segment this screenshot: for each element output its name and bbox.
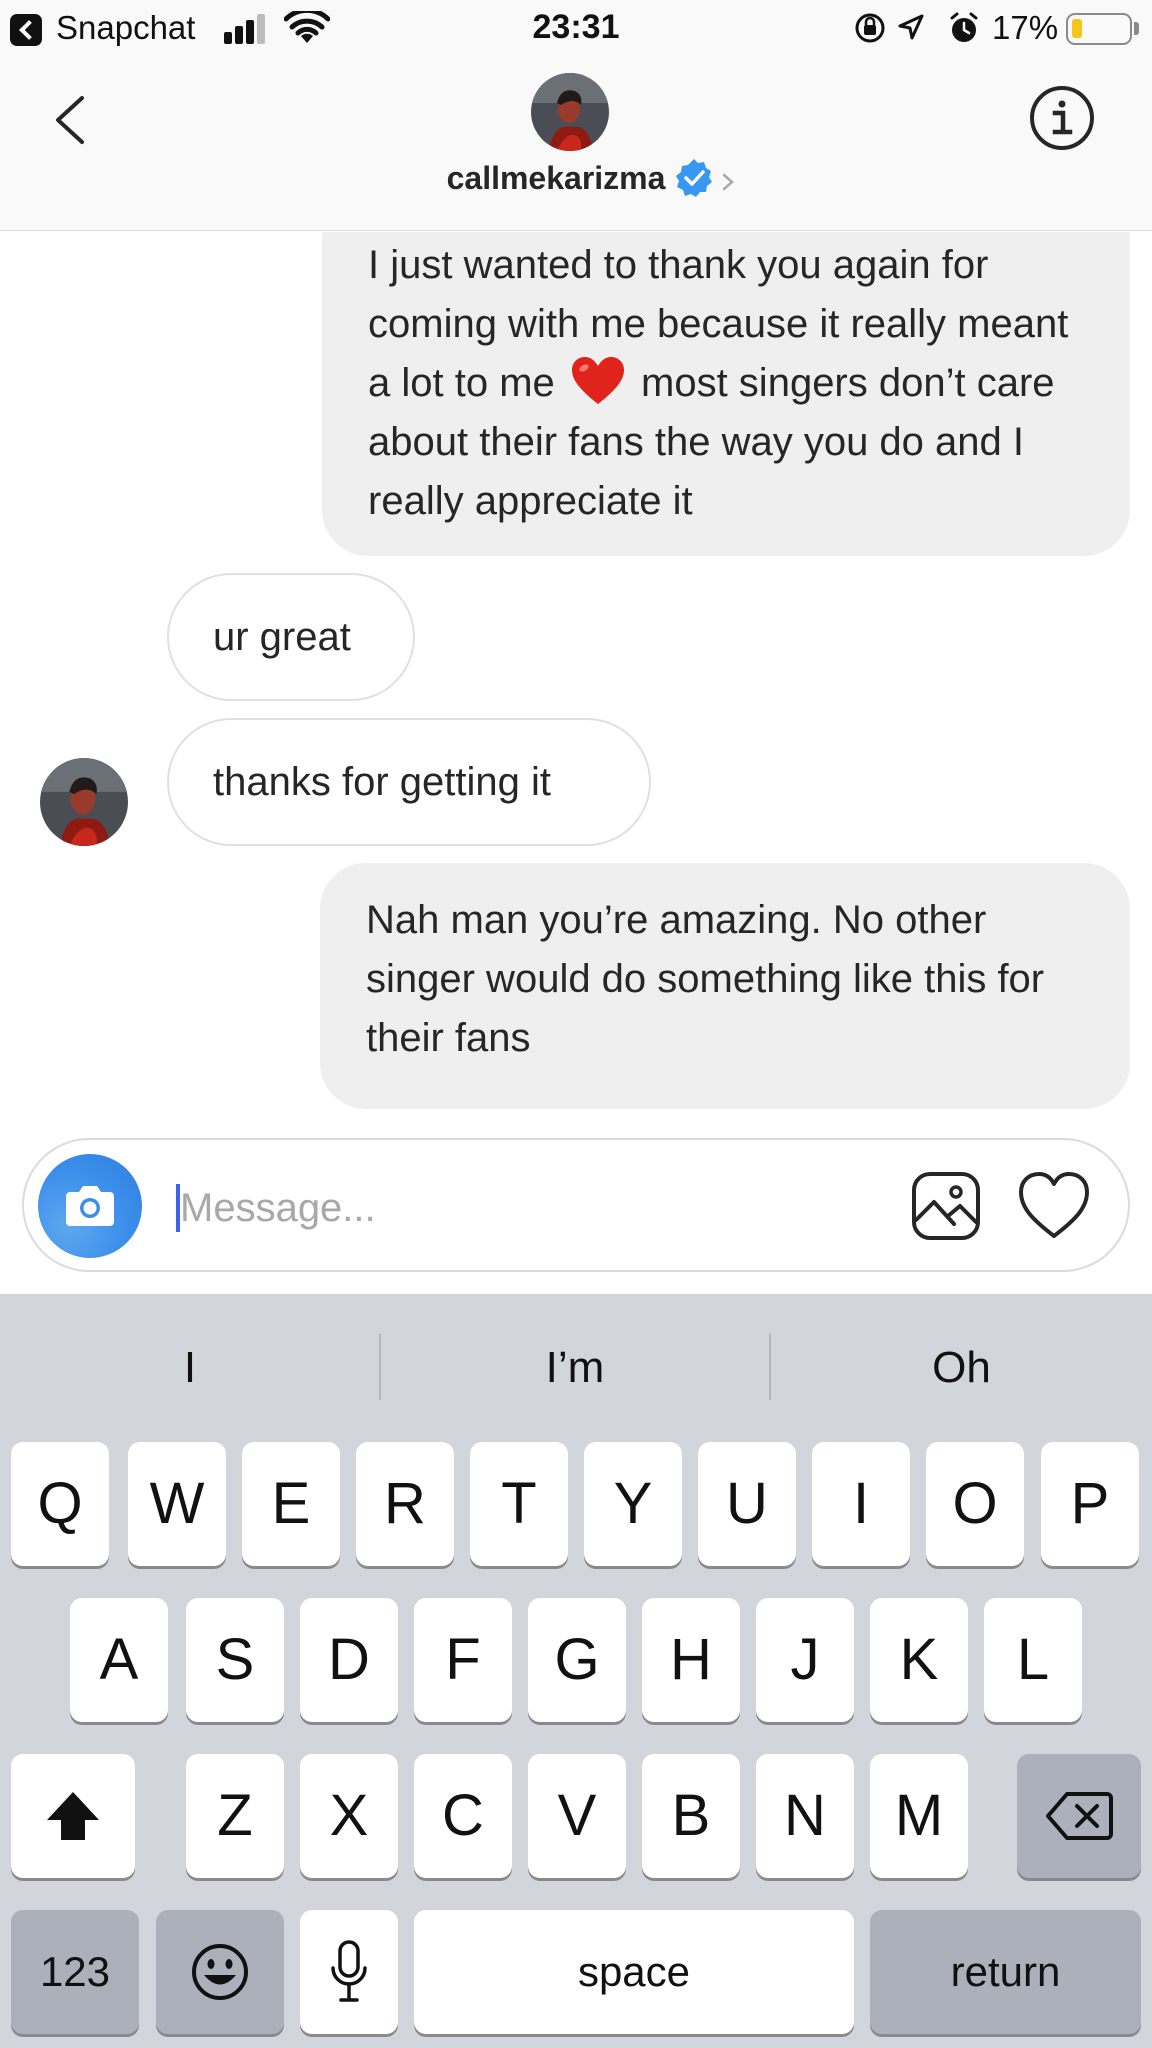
return-key[interactable]: return xyxy=(870,1910,1141,2034)
delete-key[interactable] xyxy=(1017,1754,1141,1878)
predictive-bar: I I’m Oh xyxy=(0,1294,1152,1414)
status-icons xyxy=(855,12,978,43)
sender-avatar[interactable] xyxy=(40,758,128,846)
emoji-key[interactable] xyxy=(156,1910,284,2034)
gallery-icon[interactable] xyxy=(908,1168,984,1244)
keyboard: I I’m Oh Q W E R T Y U I O P A S D F G H… xyxy=(0,1294,1152,2048)
key-k[interactable]: K xyxy=(870,1598,968,1722)
back-chevron-icon[interactable] xyxy=(48,90,104,146)
key-h[interactable]: H xyxy=(642,1598,740,1722)
suggestion-3[interactable]: Oh xyxy=(771,1294,1152,1414)
key-a[interactable]: A xyxy=(70,1598,168,1722)
key-y[interactable]: Y xyxy=(584,1442,682,1566)
numbers-key[interactable]: 123 xyxy=(11,1910,139,2034)
chat-header: callmekarizma xyxy=(0,58,1152,231)
battery-icon xyxy=(1066,13,1132,45)
key-i[interactable]: I xyxy=(812,1442,910,1566)
key-o[interactable]: O xyxy=(926,1442,1024,1566)
incoming-message[interactable]: thanks for getting it xyxy=(167,718,651,846)
key-p[interactable]: P xyxy=(1041,1442,1139,1566)
key-t[interactable]: T xyxy=(470,1442,568,1566)
key-b[interactable]: B xyxy=(642,1754,740,1878)
key-u[interactable]: U xyxy=(698,1442,796,1566)
battery-percent: 17% xyxy=(992,9,1059,46)
camera-icon xyxy=(66,1186,114,1226)
key-g[interactable]: G xyxy=(528,1598,626,1722)
key-s[interactable]: S xyxy=(186,1598,284,1722)
shift-key[interactable] xyxy=(11,1754,135,1878)
key-v[interactable]: V xyxy=(528,1754,626,1878)
heart-icon[interactable] xyxy=(1017,1170,1091,1242)
suggestion-1[interactable]: I xyxy=(0,1294,380,1414)
suggestion-2[interactable]: I’m xyxy=(381,1294,769,1414)
incoming-message[interactable]: ur great xyxy=(167,573,415,701)
key-l[interactable]: L xyxy=(984,1598,1082,1722)
rotation-lock-icon xyxy=(855,13,885,43)
message-composer xyxy=(22,1138,1130,1272)
dictation-key[interactable] xyxy=(300,1910,398,2034)
shift-icon xyxy=(47,1792,99,1840)
emoji-icon xyxy=(192,1944,248,2000)
key-q[interactable]: Q xyxy=(11,1442,109,1566)
message-input[interactable] xyxy=(180,1170,700,1246)
microphone-icon xyxy=(331,1940,367,2002)
message-text: thanks for getting it xyxy=(213,760,551,804)
outgoing-message[interactable]: I just wanted to thank you again for com… xyxy=(322,232,1130,556)
key-r[interactable]: R xyxy=(356,1442,454,1566)
key-m[interactable]: M xyxy=(870,1754,968,1878)
key-x[interactable]: X xyxy=(300,1754,398,1878)
key-e[interactable]: E xyxy=(242,1442,340,1566)
red-heart-emoji-icon xyxy=(571,357,624,404)
key-z[interactable]: Z xyxy=(186,1754,284,1878)
key-n[interactable]: N xyxy=(756,1754,854,1878)
battery-tip xyxy=(1134,22,1139,35)
username: callmekarizma xyxy=(446,159,666,196)
verified-badge-icon xyxy=(676,159,713,197)
username-link[interactable]: callmekarizma xyxy=(0,156,1152,200)
key-c[interactable]: C xyxy=(414,1754,512,1878)
status-bar: Snapchat 23:31 17% xyxy=(0,0,1152,58)
key-d[interactable]: D xyxy=(300,1598,398,1722)
location-icon xyxy=(898,14,924,40)
battery-level xyxy=(1072,19,1082,38)
message-thread[interactable]: I just wanted to thank you again for com… xyxy=(0,232,1152,1112)
key-f[interactable]: F xyxy=(414,1598,512,1722)
key-j[interactable]: J xyxy=(756,1598,854,1722)
key-w[interactable]: W xyxy=(128,1442,226,1566)
message-text: ur great xyxy=(213,615,351,659)
camera-button[interactable] xyxy=(38,1154,142,1258)
chevron-right-icon xyxy=(723,173,735,191)
avatar[interactable] xyxy=(531,73,609,151)
outgoing-message[interactable]: Nah man you’re amazing. No other singer … xyxy=(320,863,1130,1109)
info-icon[interactable] xyxy=(1028,84,1096,152)
message-text: Nah man you’re amazing. No other singer … xyxy=(366,898,1045,1060)
delete-icon xyxy=(1046,1792,1113,1840)
alarm-icon xyxy=(950,12,978,42)
space-key[interactable]: space xyxy=(414,1910,854,2034)
